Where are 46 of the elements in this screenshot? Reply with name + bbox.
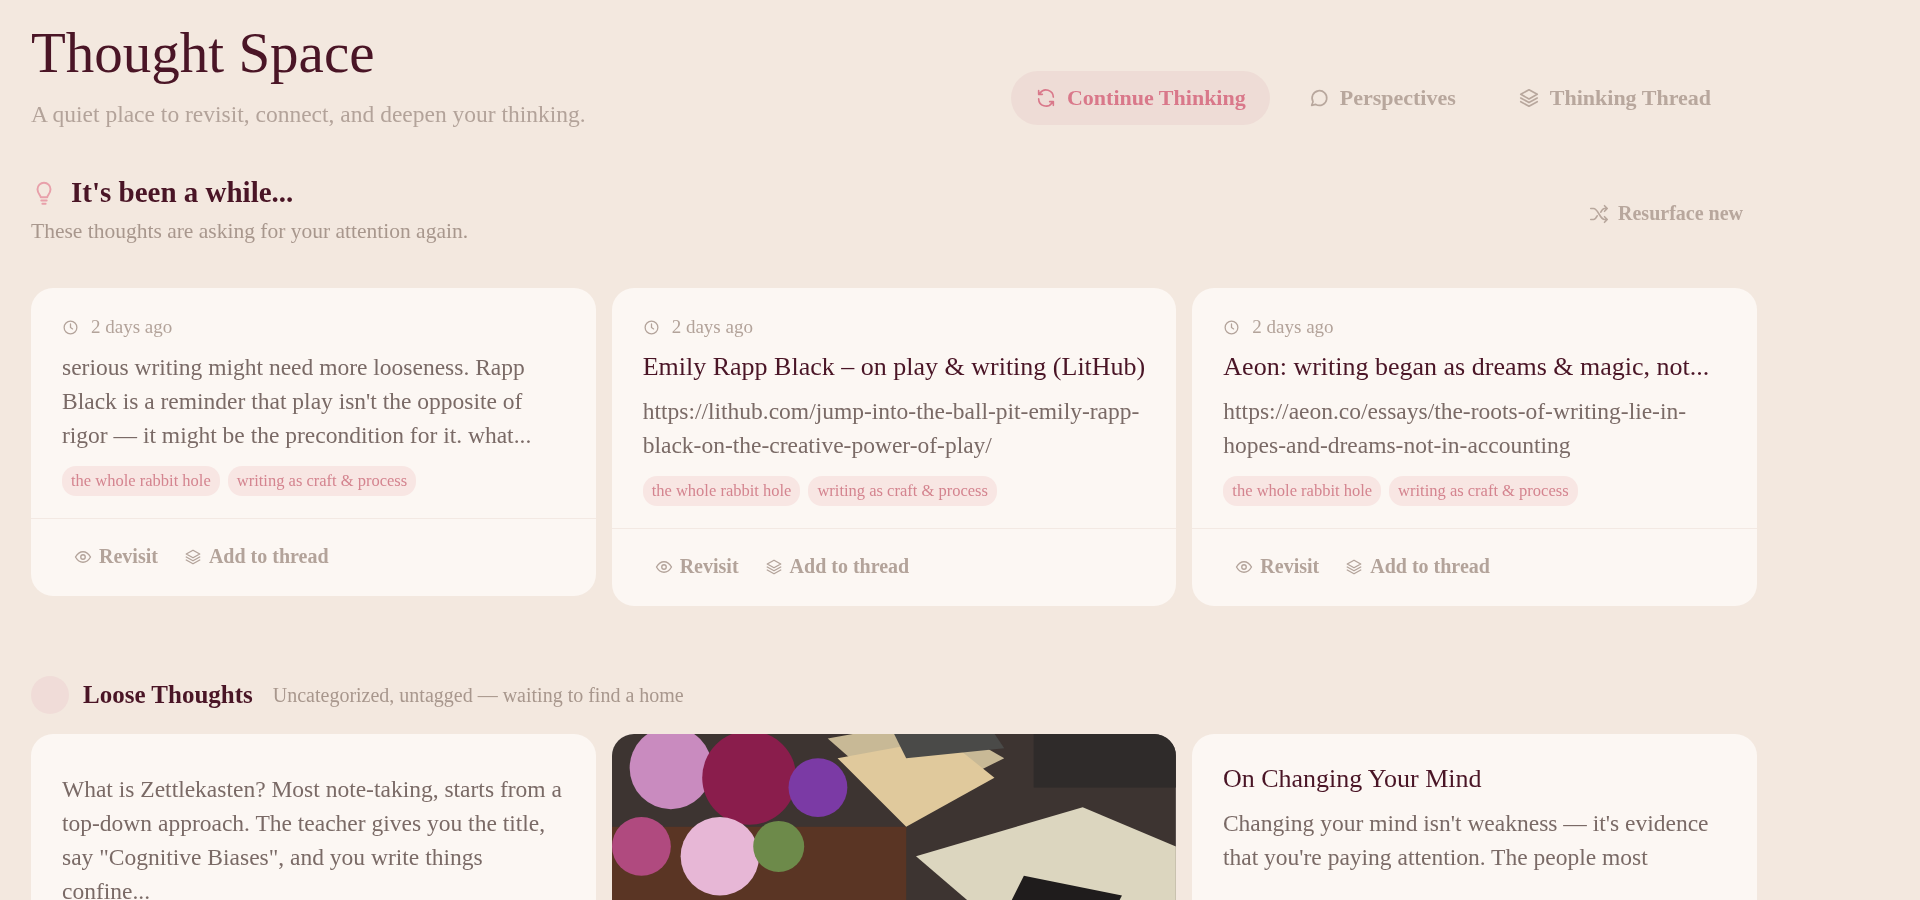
page-subtitle: A quiet place to revisit, connect, and deepen your thinking. — [31, 101, 586, 128]
clock-icon — [1223, 318, 1241, 336]
layers-icon — [1345, 557, 1364, 576]
resurface-button[interactable]: Resurface new — [1588, 202, 1743, 225]
card-action[interactable]: Revisit — [1223, 555, 1320, 578]
timestamp: 2 days ago — [1252, 316, 1334, 338]
nav-tab[interactable]: Thinking Thread — [1493, 71, 1735, 125]
card-title: On Changing Your Mind — [1222, 764, 1483, 794]
tag[interactable]: writing as craft & process — [227, 466, 417, 496]
tag[interactable]: writing as craft & process — [1389, 476, 1578, 506]
card-text: Changing your mind isn't weakness — it's evidence that you're paying attention. The people most — [1222, 809, 1710, 872]
card-title: Aeon: writing began as dreams & magic, not... — [1223, 352, 1711, 382]
tag[interactable]: the whole rabbit hole — [1223, 476, 1382, 506]
thought-card[interactable]: On Changing Your Mind Changing your mind isn't weakness — it's evidence that you're paying attention. The people most — [1191, 734, 1757, 900]
nav-tab[interactable]: Continue Thinking — [1010, 71, 1270, 125]
layers-icon — [764, 557, 783, 576]
layers-icon — [1517, 87, 1540, 109]
page-title: Thought Space — [31, 22, 376, 84]
thought-card[interactable] — [611, 288, 1177, 606]
section-subtitle: Uncategorized, untagged — waiting to find a home — [272, 683, 684, 707]
clock-icon — [62, 318, 79, 336]
section-subtitle: These thoughts are asking for your attention again. — [31, 219, 469, 244]
section-title: It's been a while... — [71, 176, 294, 209]
card-text: What is Zettlekasten? Most note-taking, starts from a top-down approach. The teacher gives you the title, say "Cognitive Biases", and you write things confine... — [62, 775, 563, 900]
card-text: serious writing might need more looseness. Rapp Black is a reminder that play isn't the opposite of rigor — it might be the precondition for it. what... — [62, 353, 533, 450]
shuffle-icon — [1588, 202, 1611, 225]
thought-card[interactable] — [31, 288, 596, 596]
card-title: Emily Rapp Black – on play & writing (LitHub) — [642, 352, 1146, 382]
thought-card[interactable] — [1192, 288, 1757, 606]
timestamp: 2 days ago — [671, 316, 753, 338]
card-action[interactable]: Add to thread — [764, 555, 910, 578]
card-action[interactable]: Add to thread — [183, 545, 329, 568]
tag[interactable]: the whole rabbit hole — [642, 476, 801, 506]
card-url: https://lithub.com/jump-into-the-ball-pit-emily-rapp-black-on-the-creative-power-of-play/ — [642, 397, 1141, 460]
layers-icon — [183, 547, 202, 566]
card-url: https://aeon.co/essays/the-roots-of-writing-lie-in-hopes-and-dreams-not-in-accounting — [1223, 397, 1688, 460]
timestamp: 2 days ago — [91, 316, 173, 338]
card-action[interactable]: Revisit — [62, 545, 158, 568]
tag[interactable]: writing as craft & process — [808, 476, 997, 506]
card-action[interactable]: Revisit — [642, 555, 739, 578]
thought-card[interactable]: What is Zettlekasten? Most note-taking, starts from a top-down approach. The teacher gives you the title, say "Cognitive Biases", and you write things confine... — [31, 734, 597, 900]
tag[interactable]: the whole rabbit hole — [62, 466, 220, 496]
card-action[interactable]: Add to thread — [1345, 555, 1490, 578]
nav-tab[interactable]: Perspectives — [1283, 71, 1480, 125]
section-title: Loose Thoughts — [83, 681, 253, 709]
clock-icon — [642, 318, 660, 336]
